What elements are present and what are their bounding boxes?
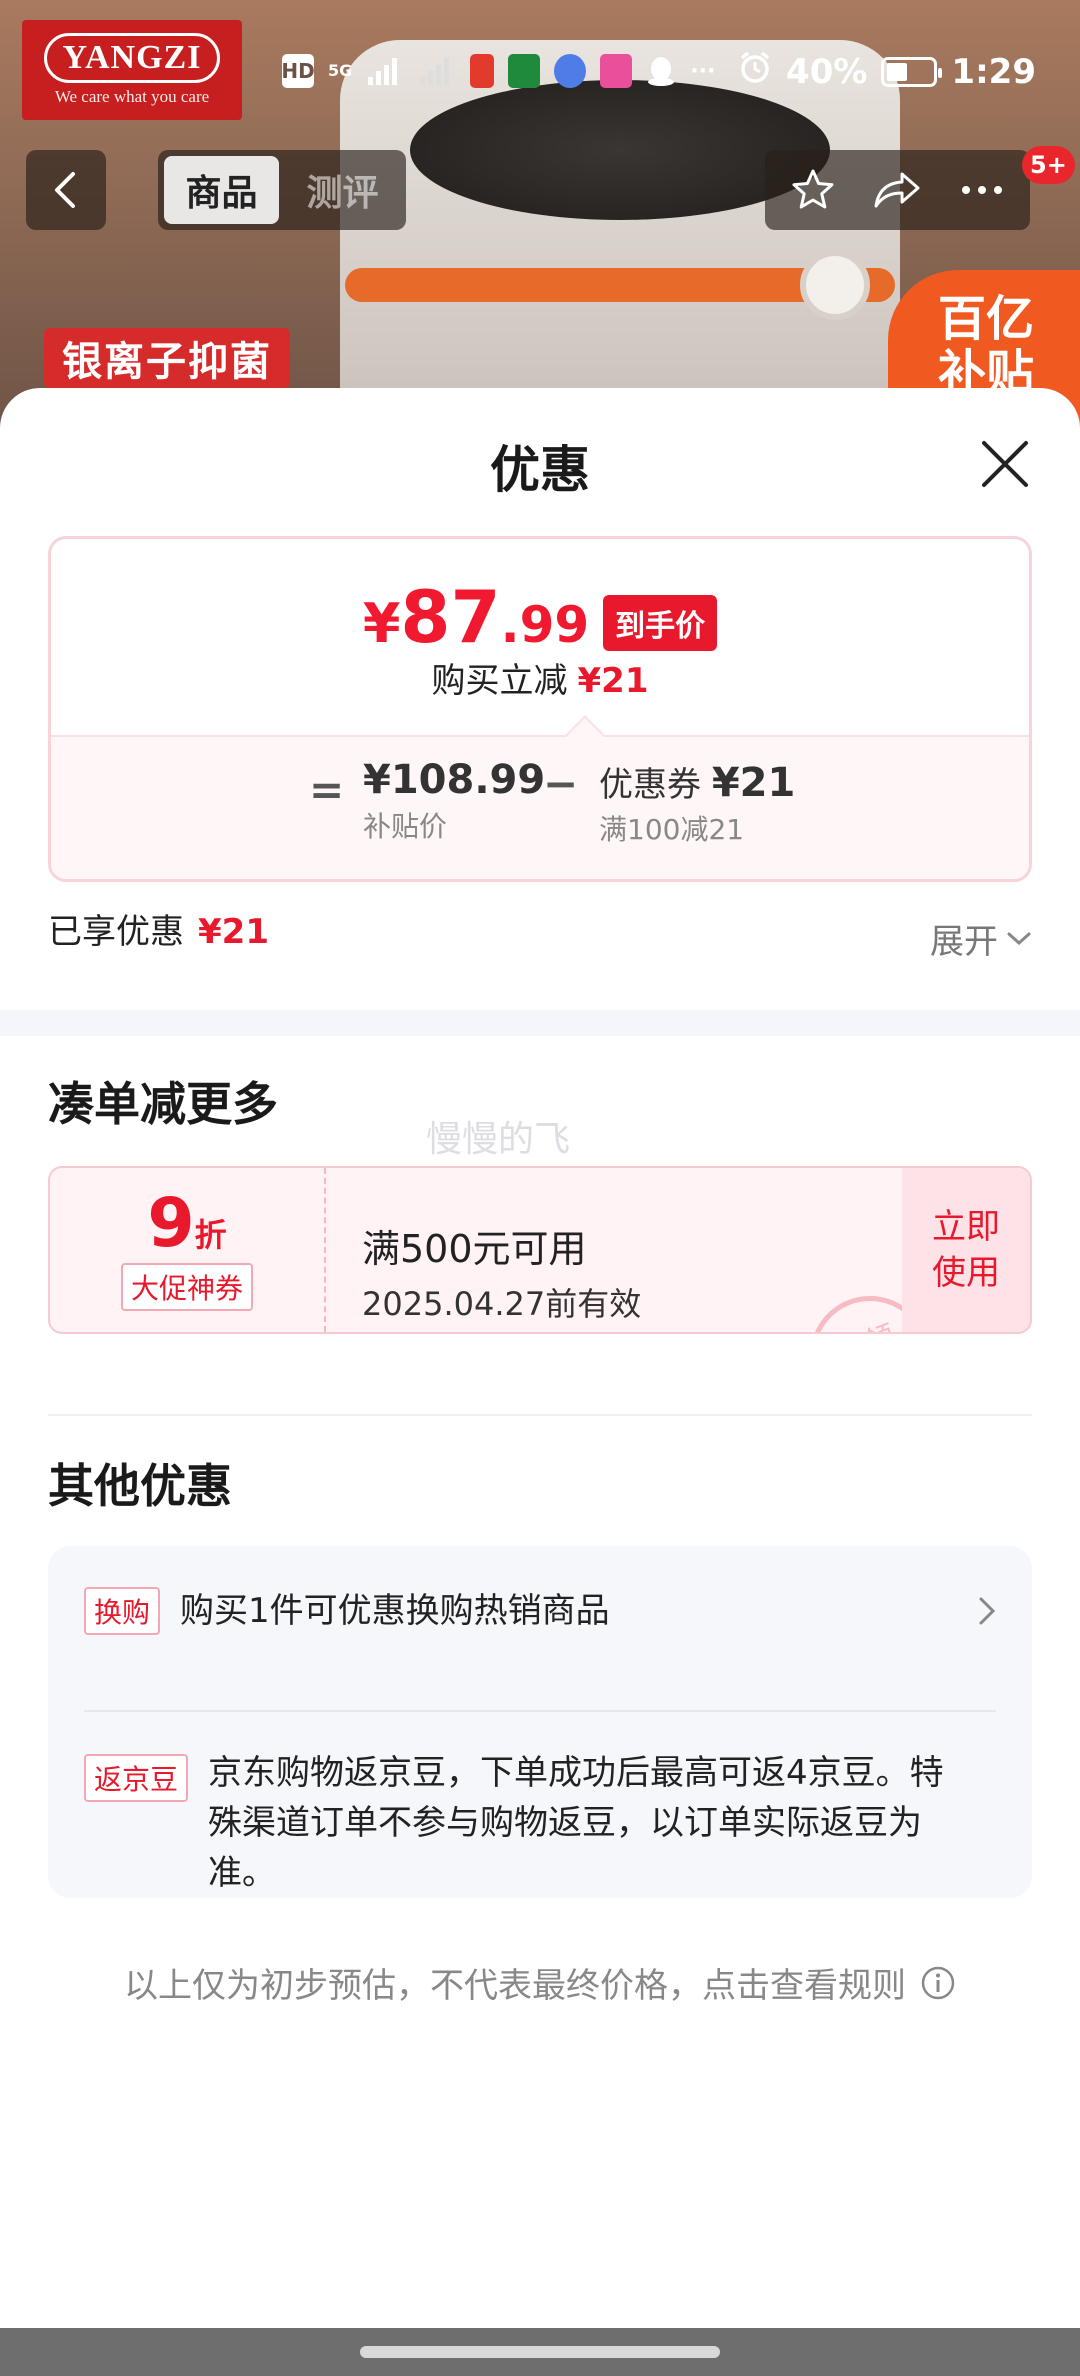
expand-label: 展开 <box>930 922 998 962</box>
coupon-value: ¥21 <box>711 760 796 806</box>
battery-percent: 40% <box>786 51 868 92</box>
price-breakdown-card: ¥ 87 .99 到手价 购买立减 ¥21 = ¥108.99 补贴价 − 优惠券… <box>48 536 1032 882</box>
thin-divider <box>48 1414 1032 1416</box>
close-icon <box>982 441 1028 487</box>
final-price-currency: ¥ <box>362 592 401 655</box>
final-price-integer: 87 <box>400 575 501 659</box>
price-rule-link[interactable]: 以上仅为初步预估，不代表最终价格，点击查看规则 <box>0 1958 1080 2007</box>
more-dots-icon <box>961 186 1002 194</box>
more-notifications-icon: ··· <box>690 58 716 84</box>
close-button[interactable] <box>975 434 1035 494</box>
coupon-discount-unit: 折 <box>194 1216 227 1254</box>
other-section-title: 其他优惠 <box>48 1459 232 1513</box>
coupon-type-tag: 大促神券 <box>120 1263 253 1311</box>
instant-reduce-label: 购买立减 <box>431 661 568 701</box>
share-button[interactable] <box>862 155 932 225</box>
promo-tag: 换购 <box>84 1587 161 1635</box>
chevron-down-icon <box>1007 932 1031 945</box>
top-tab-switch: 商品 测评 <box>158 150 406 230</box>
network-5g-icon: 5G <box>328 54 352 88</box>
back-button[interactable] <box>26 150 106 230</box>
final-price-decimal: .99 <box>500 596 590 654</box>
instant-reduce-amount: ¥21 <box>577 661 649 701</box>
coupon-rule: 满100减21 <box>599 813 745 846</box>
watermark-text: 慢慢的飞 <box>426 1119 571 1160</box>
minus-sign: − <box>543 759 579 808</box>
coupon-validity: 2025.04.27前有效 <box>362 1285 642 1323</box>
chevron-right-icon <box>979 1597 996 1625</box>
tab-product[interactable]: 商品 <box>164 156 279 224</box>
network-5g-label: 5G <box>328 61 353 80</box>
enjoyed-amount: ¥21 <box>198 912 269 952</box>
use-coupon-button[interactable]: 立即使用 <box>902 1168 1030 1332</box>
favorite-button[interactable] <box>778 155 848 225</box>
equals-sign: = <box>309 765 345 814</box>
post-app-icon <box>508 54 541 88</box>
subsidy-price-label: 补贴价 <box>363 810 448 843</box>
qq-icon <box>646 54 676 88</box>
instant-reduce: 购买立减 ¥21 <box>51 653 1029 702</box>
more-button[interactable] <box>947 155 1017 225</box>
enjoyed-label: 已享优惠 <box>48 912 184 952</box>
status-bar: HD 5G ··· 40% 1:29 <box>0 0 1080 150</box>
sheet-title: 优惠 <box>490 441 590 499</box>
use-coupon-label: 立即使用 <box>932 1207 1000 1293</box>
coupon-dashed-separator <box>324 1168 326 1332</box>
bundle-section-title: 凑单减更多 <box>48 1077 278 1131</box>
signal-2-icon <box>418 54 456 88</box>
promo-text: 购买1件可优惠换购热销商品 <box>180 1591 610 1631</box>
product-knob-shape <box>800 250 870 320</box>
red-packet-icon <box>470 54 495 88</box>
signal-icon <box>366 54 404 88</box>
other-promotions-panel: 换购 购买1件可优惠换购热销商品 返京豆 京东购物返京豆，下单成功后最高可返4京… <box>48 1546 1032 1898</box>
final-price-tag: 到手价 <box>603 595 718 651</box>
home-indicator[interactable] <box>360 2346 720 2358</box>
coupon-card[interactable]: 9 折 大促神券 满500元可用 2025.04.27前有效 已领 立即使用 <box>48 1166 1032 1334</box>
info-icon <box>921 1966 955 1999</box>
promo-tag: 返京豆 <box>84 1754 189 1802</box>
coupon-discount: 9 折 <box>147 1189 226 1259</box>
star-icon <box>792 169 834 209</box>
share-icon <box>874 172 920 208</box>
system-navigation-bar <box>0 2328 1080 2376</box>
music-app-icon <box>554 54 587 88</box>
subsidy-price-value: ¥108.99 <box>363 757 546 803</box>
promo-row-divider <box>84 1710 996 1712</box>
coupon-condition: 满500元可用 <box>362 1227 587 1271</box>
promo-row-exchange[interactable]: 换购 购买1件可优惠换购热销商品 <box>84 1586 996 1636</box>
subsidy-tag-text: 百亿补贴 <box>938 291 1035 401</box>
enjoyed-discount: 已享优惠 ¥21 <box>48 904 269 953</box>
battery-icon <box>881 56 943 87</box>
expand-button[interactable]: 展开 <box>930 914 1032 963</box>
clock-time: 1:29 <box>951 51 1036 92</box>
tab-review[interactable]: 测评 <box>285 156 400 224</box>
price-calculation: = ¥108.99 补贴价 − 优惠券 ¥21 满100减21 <box>51 735 1029 879</box>
alarm-icon <box>738 50 772 93</box>
promo-text: 京东购物返京豆，下单成功后最高可返4京豆。特殊渠道订单不参与购物返豆，以订单实际… <box>208 1753 944 1893</box>
chevron-left-icon <box>55 172 75 208</box>
coupon-label: 优惠券 <box>599 765 701 805</box>
hd-icon: HD <box>281 54 315 88</box>
footer-note-text: 以上仅为初步预估，不代表最终价格，点击查看规则 <box>124 1966 906 2006</box>
promo-row-jingdou: 返京豆 京东购物返京豆，下单成功后最高可返4京豆。特殊渠道订单不参与购物返豆，以… <box>84 1748 996 1898</box>
nav-actions <box>765 150 1030 230</box>
coupon-discount-number: 9 <box>147 1184 195 1263</box>
video-app-icon <box>600 54 633 88</box>
final-price: ¥ 87 .99 <box>363 575 589 659</box>
discount-sheet: 优惠 ¥ 87 .99 到手价 购买立减 ¥21 = ¥108.99 补贴价 −… <box>0 388 1080 2328</box>
feature-tag: 银离子抑菌 <box>44 328 290 388</box>
section-divider <box>0 1010 1080 1036</box>
message-badge: 5+ <box>1022 146 1075 184</box>
